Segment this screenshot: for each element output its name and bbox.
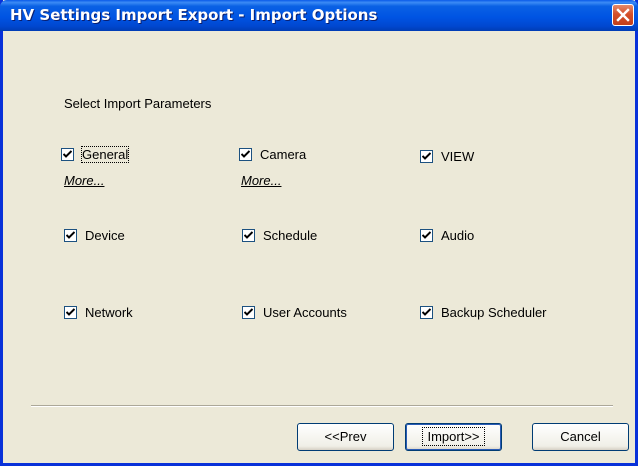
option-backup-scheduler[interactable]: Backup Scheduler — [420, 304, 547, 320]
backup-scheduler-checkbox[interactable] — [420, 305, 433, 319]
checkmark-icon — [241, 149, 250, 158]
cancel-button[interactable]: Cancel — [532, 423, 629, 451]
schedule-label: Schedule — [263, 227, 318, 243]
option-device[interactable]: Device — [64, 227, 125, 243]
title-bar[interactable]: HV Settings Import Export - Import Optio… — [0, 0, 638, 31]
option-view[interactable]: VIEW — [420, 148, 474, 164]
general-label: General — [80, 145, 130, 163]
option-user-accounts[interactable]: User Accounts — [242, 304, 347, 320]
checkmark-icon — [66, 307, 75, 316]
checkmark-icon — [244, 307, 253, 316]
camera-more-link[interactable]: More... — [241, 173, 281, 188]
backup-scheduler-label: Backup Scheduler — [441, 304, 547, 320]
camera-label: Camera — [260, 146, 307, 162]
section-title: Select Import Parameters — [64, 96, 212, 111]
import-button[interactable]: Import>> — [405, 423, 502, 451]
user-accounts-checkbox[interactable] — [242, 305, 255, 319]
close-icon — [616, 8, 630, 22]
network-checkbox[interactable] — [64, 305, 77, 319]
checkmark-icon — [66, 230, 75, 239]
close-button[interactable] — [612, 4, 634, 26]
option-camera[interactable]: Camera — [239, 146, 306, 162]
option-network[interactable]: Network — [64, 304, 133, 320]
checkmark-icon — [422, 151, 431, 160]
camera-checkbox[interactable] — [239, 147, 252, 161]
audio-label: Audio — [441, 227, 475, 243]
audio-checkbox[interactable] — [420, 228, 433, 242]
option-audio[interactable]: Audio — [420, 227, 474, 243]
user-accounts-label: User Accounts — [263, 304, 347, 320]
checkmark-icon — [63, 149, 72, 158]
view-checkbox[interactable] — [420, 149, 433, 163]
window-title: HV Settings Import Export - Import Optio… — [10, 6, 378, 24]
network-label: Network — [85, 304, 133, 320]
cancel-button-label: Cancel — [560, 429, 601, 444]
import-button-label: Import>> — [422, 427, 485, 446]
prev-button-label: <<Prev — [324, 429, 367, 444]
prev-button[interactable]: <<Prev — [297, 423, 394, 451]
option-general[interactable]: General — [61, 145, 130, 163]
device-checkbox[interactable] — [64, 228, 77, 242]
checkmark-icon — [244, 230, 253, 239]
import-options-dialog: HV Settings Import Export - Import Optio… — [0, 0, 638, 466]
schedule-checkbox[interactable] — [242, 228, 255, 242]
checkmark-icon — [422, 230, 431, 239]
general-more-link[interactable]: More... — [64, 173, 104, 188]
checkmark-icon — [422, 307, 431, 316]
general-checkbox[interactable] — [61, 147, 74, 161]
divider — [31, 405, 613, 407]
view-label: VIEW — [441, 148, 475, 164]
device-label: Device — [85, 227, 125, 243]
option-schedule[interactable]: Schedule — [242, 227, 317, 243]
